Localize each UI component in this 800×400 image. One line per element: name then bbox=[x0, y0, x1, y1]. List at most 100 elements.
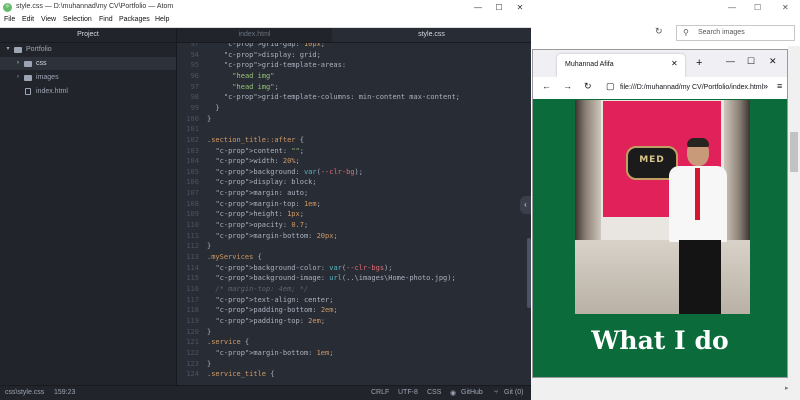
menu-packages[interactable]: Packages bbox=[119, 16, 150, 23]
code-line: "head img"; bbox=[232, 82, 279, 91]
status-encoding[interactable]: UTF-8 bbox=[398, 389, 418, 396]
refresh-icon[interactable]: ↻ bbox=[655, 26, 667, 38]
code-line: "c-prop">display: grid; bbox=[223, 50, 321, 59]
code-line: "c-prop">grid-template-columns: min-cont… bbox=[223, 93, 460, 102]
explorer-close-button[interactable]: ✕ bbox=[782, 3, 789, 12]
menu-file[interactable]: File bbox=[4, 16, 15, 23]
address-bar[interactable]: file:///D:/muhannad/my CV/Portfolio/inde… bbox=[620, 80, 763, 95]
line-number: 103 bbox=[186, 146, 199, 155]
code-line: } bbox=[207, 327, 212, 336]
project-tree: Project ▾ Portfolio › css › images index… bbox=[0, 28, 177, 385]
code-line: "c-prop">background-color: var(--clr-bgs… bbox=[215, 263, 393, 272]
line-number: 101 bbox=[186, 125, 199, 134]
scrollbar-thumb[interactable] bbox=[790, 132, 798, 172]
menu-selection[interactable]: Selection bbox=[63, 16, 92, 23]
line-number: 117 bbox=[186, 295, 199, 304]
overflow-chevrons-icon[interactable]: » bbox=[763, 81, 768, 91]
atom-app-icon: ⚛ bbox=[3, 3, 12, 12]
explorer-bottom-bar: ▸ bbox=[531, 378, 800, 400]
status-grammar[interactable]: CSS bbox=[427, 389, 441, 396]
code-line: "c-prop">padding-bottom: 2em; bbox=[215, 306, 338, 315]
status-git[interactable]: Git (0) bbox=[504, 389, 523, 396]
tree-root-portfolio[interactable]: ▾ Portfolio bbox=[0, 43, 176, 56]
atom-window-title: style.css — D:\muhannad\my CV\Portfolio … bbox=[16, 3, 174, 10]
profile-photo: MED bbox=[575, 100, 750, 314]
line-number: 94 bbox=[190, 50, 199, 59]
chevron-right-icon: › bbox=[17, 60, 19, 66]
menu-view[interactable]: View bbox=[41, 16, 56, 23]
menu-find[interactable]: Find bbox=[99, 16, 113, 23]
browser-maximize-button[interactable]: ☐ bbox=[747, 56, 755, 67]
atom-menubar: File Edit View Selection Find Packages H… bbox=[0, 15, 531, 28]
atom-window: ⚛ style.css — D:\muhannad\my CV\Portfoli… bbox=[0, 0, 531, 400]
tree-item-images[interactable]: › images bbox=[0, 71, 176, 84]
code-line: } bbox=[207, 103, 220, 112]
new-tab-icon[interactable]: + bbox=[696, 57, 702, 69]
status-github[interactable]: GitHub bbox=[461, 389, 483, 396]
code-line: "c-prop">display: block; bbox=[215, 178, 317, 187]
search-placeholder: Search images bbox=[698, 29, 745, 36]
code-editor[interactable]: 97 94 95 96 97 98 99 100 101 102 103 104 105 106 107 10… bbox=[177, 43, 531, 385]
tree-item-index-html[interactable]: index.html bbox=[0, 85, 176, 98]
line-number: 120 bbox=[186, 327, 199, 336]
code-line: "c-prop">height: 1px; bbox=[215, 210, 304, 219]
code-line: .section_title::after { bbox=[207, 135, 304, 144]
tree-item-css[interactable]: › css bbox=[0, 57, 176, 70]
page-info-icon[interactable]: ▢ bbox=[606, 81, 615, 92]
minimize-button[interactable]: — bbox=[471, 1, 485, 14]
browser-tab[interactable]: Muhannad Afifa ✕ bbox=[557, 54, 685, 77]
code-line: .myServices { bbox=[207, 253, 262, 261]
code-line: "c-prop">margin-bottom: 20px; bbox=[215, 231, 338, 240]
line-number: 108 bbox=[186, 199, 199, 208]
status-line-ending[interactable]: CRLF bbox=[371, 389, 389, 396]
code-line: "c-prop">margin-top: 1em; bbox=[215, 199, 321, 208]
code-line: "c-prop">content: ""; bbox=[215, 146, 304, 155]
code-line: "c-prop">width: 20%; bbox=[215, 157, 300, 166]
status-cursor-position[interactable]: 159:23 bbox=[54, 389, 75, 396]
code-line: .service_title { bbox=[207, 370, 275, 379]
github-icon: ◉ bbox=[450, 390, 457, 397]
line-number: 109 bbox=[186, 210, 199, 219]
close-tab-icon[interactable]: ✕ bbox=[671, 59, 678, 68]
browser-minimize-button[interactable]: — bbox=[726, 56, 735, 66]
reload-icon[interactable]: ↻ bbox=[584, 81, 592, 92]
logo-text: MED bbox=[639, 155, 665, 165]
line-number: 112 bbox=[186, 242, 199, 251]
editor-tabbar: index.html style.css bbox=[177, 28, 531, 43]
line-number: 104 bbox=[186, 157, 199, 166]
line-number: 105 bbox=[186, 167, 199, 176]
code-line: "c-prop">margin: auto; bbox=[215, 189, 309, 198]
tab-style-css[interactable]: style.css bbox=[332, 28, 531, 42]
code-line: "c-prop">margin-bottom: 1em; bbox=[215, 348, 334, 357]
line-number: 111 bbox=[186, 231, 199, 240]
back-arrow-icon[interactable]: ← bbox=[542, 81, 551, 91]
chevron-left-icon[interactable]: ‹ bbox=[520, 196, 531, 214]
explorer-minimize-button[interactable]: — bbox=[728, 3, 736, 12]
line-number: 97 bbox=[190, 43, 199, 48]
code-line: "c-prop">opacity: 0.7; bbox=[215, 221, 309, 230]
page-content: MED What I do bbox=[533, 99, 787, 377]
close-button[interactable]: ✕ bbox=[513, 1, 527, 14]
scroll-right-icon[interactable]: ▸ bbox=[785, 384, 789, 392]
line-number: 116 bbox=[186, 284, 199, 293]
browser-navbar: ← → ↻ ▢ file:///D:/muhannad/my CV/Portfo… bbox=[533, 77, 787, 100]
tab-index-html[interactable]: index.html bbox=[177, 28, 332, 42]
menu-help[interactable]: Help bbox=[155, 16, 169, 23]
menu-edit[interactable]: Edit bbox=[22, 16, 34, 23]
line-number: 115 bbox=[186, 274, 199, 283]
search-images-box[interactable]: ⚲ Search images bbox=[676, 25, 795, 41]
explorer-scrollbar[interactable] bbox=[788, 46, 800, 400]
firefox-window: Muhannad Afifa ✕ + — ☐ ✕ ← → ↻ ▢ file://… bbox=[532, 49, 788, 378]
explorer-maximize-button[interactable]: ☐ bbox=[754, 3, 761, 12]
code-line: "c-prop">background: var(--clr-bg); bbox=[215, 167, 363, 176]
status-file-path[interactable]: css\style.css bbox=[5, 389, 44, 396]
browser-tab-title: Muhannad Afifa bbox=[565, 61, 614, 68]
line-number: 106 bbox=[186, 178, 199, 187]
forward-arrow-icon[interactable]: → bbox=[563, 81, 572, 91]
maximize-button[interactable]: ☐ bbox=[492, 1, 506, 14]
line-number: 100 bbox=[186, 114, 199, 123]
folder-icon bbox=[24, 75, 32, 81]
browser-close-button[interactable]: ✕ bbox=[769, 56, 777, 67]
hamburger-menu-icon[interactable]: ≡ bbox=[777, 81, 782, 91]
line-number: 96 bbox=[190, 71, 199, 80]
